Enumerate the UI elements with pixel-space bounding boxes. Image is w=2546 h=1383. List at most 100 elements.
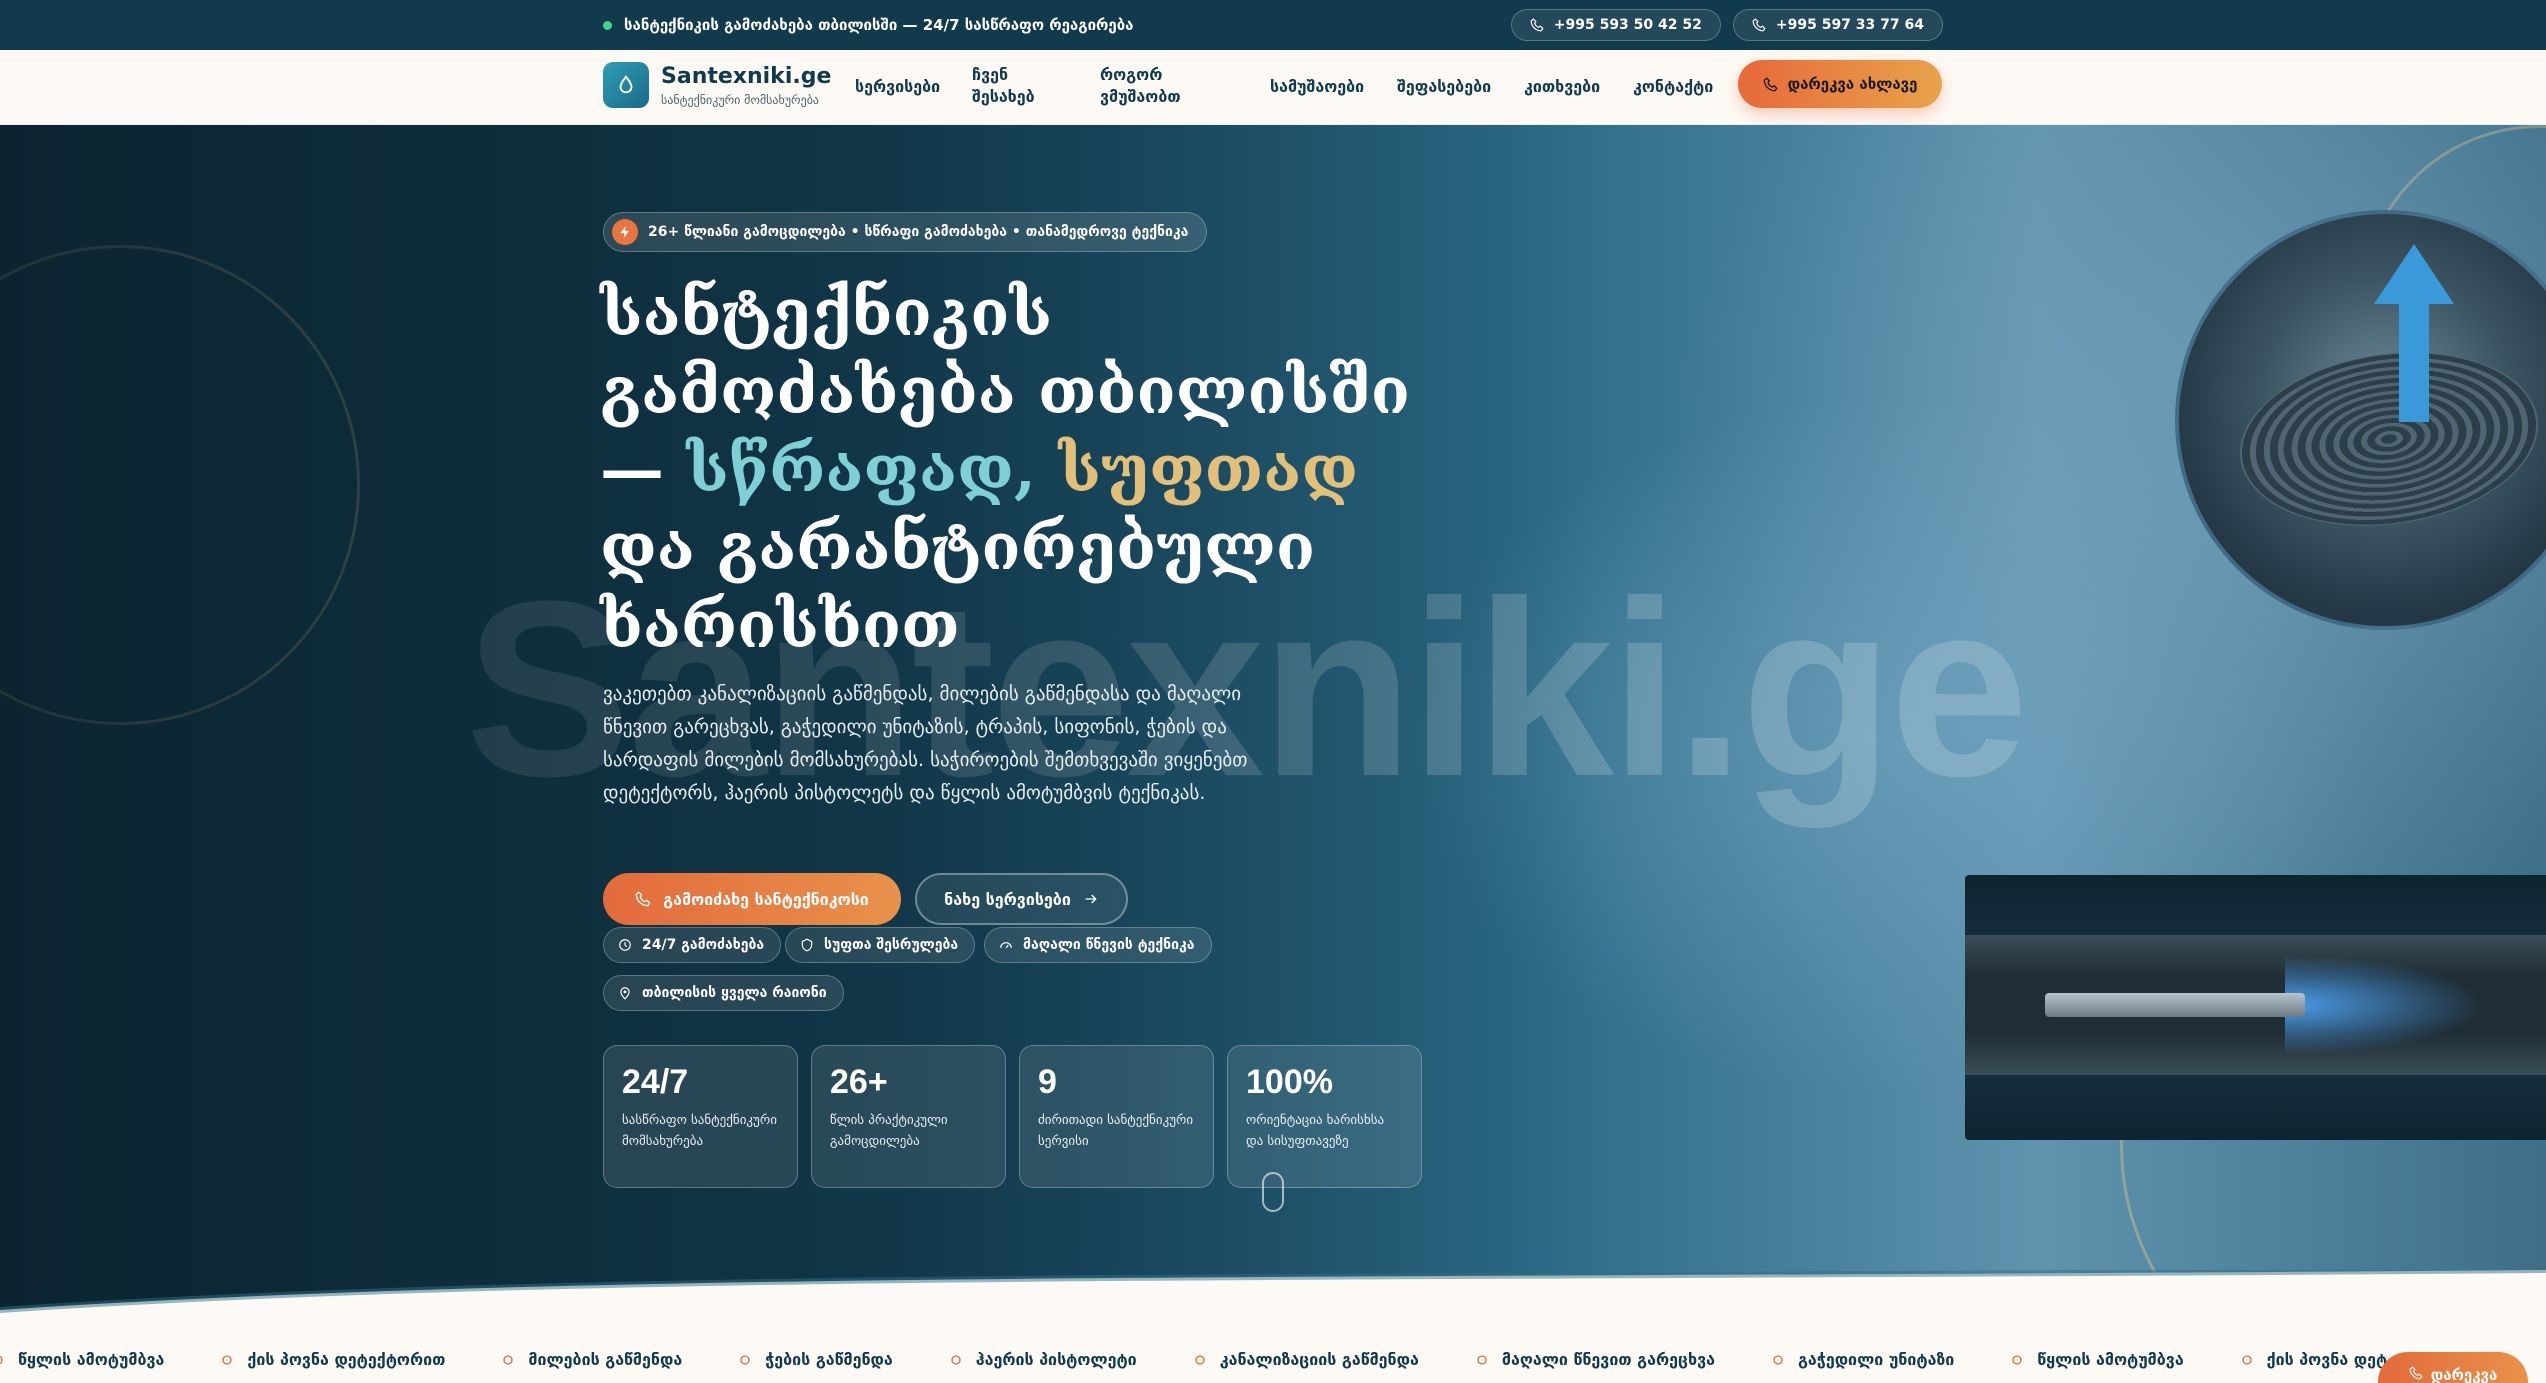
stat-label: სასწრაფო სანტექნიკური მომსახურება — [622, 1113, 777, 1149]
sewer-icon — [1195, 1354, 1205, 1365]
water-drop-icon — [603, 62, 649, 108]
stat-label: წლის პრაქტიკული გამოცდილება — [830, 1113, 948, 1149]
nav-contact[interactable]: კონტაქტი — [1633, 76, 1713, 98]
pipe-icon — [503, 1354, 514, 1365]
marquee-label: ჰაერის პისტოლეტი — [975, 1350, 1137, 1369]
marquee-item: ქის პოვნა დეტექტორით — [219, 1350, 445, 1369]
notice-text: სანტექნიკის გამოძახება თბილისში — 24/7 ს… — [624, 16, 1134, 34]
phone-icon — [1752, 18, 1766, 32]
lightning-icon — [612, 219, 638, 245]
stat-value: 26+ — [830, 1063, 888, 1101]
stat-value: 100% — [1246, 1063, 1333, 1101]
chip-label: 24/7 გამოძახება — [642, 937, 765, 953]
hero-wave-divider — [0, 1270, 2546, 1340]
phone-icon — [635, 891, 651, 907]
floating-call-button[interactable]: დარეკვა — [2378, 1352, 2528, 1383]
call-now-label: დარეკვა ახლავე — [1787, 75, 1918, 93]
stat-card: 26+ წლის პრაქტიკული გამოცდილება — [811, 1045, 1006, 1188]
phone-icon — [1530, 18, 1544, 32]
brand-logo-link[interactable]: Santexniki.ge სანტექნიკური მომსახურება — [603, 62, 831, 108]
location-pin-icon — [620, 987, 630, 1000]
clock-icon — [619, 939, 631, 951]
marquee-item: მაღალი წნევით გარეცხვა — [1474, 1350, 1715, 1369]
chip-label: მაღალი წნევის ტექნიკა — [1023, 937, 1195, 953]
phone-icon — [1763, 76, 1778, 91]
brand-tagline: სანტექნიკური მომსახურება — [661, 92, 820, 107]
feature-chip: მაღალი წნევის ტექნიკა — [984, 927, 1212, 963]
stat-card: 9 ძირითადი სანტექნიკური სერვისი — [1019, 1045, 1214, 1188]
phone-number: +995 593 50 42 52 — [1553, 17, 1702, 33]
scroll-indicator[interactable] — [1262, 1172, 1284, 1212]
chip-label: თბილისის ყველა რაიონი — [642, 985, 827, 1001]
marquee-item: მილების გაწმენდა — [500, 1350, 682, 1369]
badge-text: 26+ წლიანი გამოცდილება • სწრაფი გამოძახე… — [648, 224, 1189, 240]
stat-label: ძირითადი სანტექნიკური სერვისი — [1038, 1113, 1194, 1149]
view-services-label: ნახე სერვისები — [944, 889, 1071, 909]
availability-notice: სანტექნიკის გამოძახება თბილისში — 24/7 ს… — [603, 16, 1133, 34]
site-header: Santexniki.ge სანტექნიკური მომსახურება ს… — [0, 50, 2546, 125]
marquee-label: გაჭედილი უნიტაზი — [1797, 1350, 1955, 1369]
shield-icon — [801, 938, 813, 952]
brand-name: Santexniki.ge — [661, 63, 832, 89]
toilet-icon — [1773, 1354, 1783, 1365]
stat-card: 24/7 სასწრაფო სანტექნიკური მომსახურება — [603, 1045, 798, 1188]
title-text: და გარანტირებული ხარისხით — [600, 510, 1316, 663]
view-services-button[interactable]: ნახე სერვისები — [915, 873, 1128, 925]
top-info-bar: სანტექნიკის გამოძახება თბილისში — 24/7 ს… — [0, 0, 2546, 50]
marquee-item: ჭების გაწმენდა — [737, 1350, 893, 1369]
title-highlight-fast: სწრაფად, — [686, 432, 1037, 507]
title-highlight-clean: სუფთად — [1058, 432, 1358, 507]
marquee-item: წყლის ამოტუმბვა — [0, 1350, 164, 1369]
marquee-item: წყლის ამოტუმბვა — [2009, 1350, 2184, 1369]
pump-icon — [0, 1355, 3, 1364]
marquee-label: ჭების გაწმენდა — [765, 1350, 893, 1369]
pump-icon — [2012, 1354, 2022, 1365]
experience-badge: 26+ წლიანი გამოცდილება • სწრაფი გამოძახე… — [603, 212, 1208, 252]
call-plumber-label: გამოიძახე სანტექნიკოსი — [663, 889, 869, 909]
marquee-item: გაჭედილი უნიტაზი — [1770, 1350, 1954, 1369]
stat-label: ორიენტაცია ხარისხსა და სისუფთავეზე — [1246, 1113, 1385, 1149]
stat-value: 24/7 — [622, 1063, 689, 1101]
air-gun-icon — [951, 1354, 961, 1365]
nav-services[interactable]: სერვისები — [855, 76, 940, 98]
phone-number: +995 597 33 77 64 — [1775, 17, 1924, 33]
stat-value: 9 — [1038, 1063, 1057, 1101]
phone-icon — [2409, 1366, 2423, 1380]
phone-link-2[interactable]: +995 597 33 77 64 — [1732, 9, 1943, 41]
marquee-item: ქის პოვნა დეტ — [2239, 1350, 2388, 1369]
marquee-label: ქის პოვნა დეტექტორით — [247, 1350, 446, 1369]
gauge-icon — [1000, 942, 1012, 949]
marquee-label: წყლის ამოტუმბვა — [2037, 1350, 2184, 1369]
nav-about[interactable]: ჩვენ შესახებ — [972, 64, 1052, 108]
feature-chip: თბილისის ყველა რაიონი — [603, 975, 844, 1011]
floating-call-label: დარეკვა — [2430, 1366, 2498, 1383]
nav-faq[interactable]: კითხვები — [1524, 76, 1600, 98]
feature-chip: სუფთა შესრულება — [785, 927, 976, 963]
marquee-label: კანალიზაციის გაწმენდა — [1219, 1350, 1419, 1369]
pin-icon — [2242, 1354, 2252, 1365]
marquee-label: მილების გაწმენდა — [528, 1350, 683, 1369]
call-now-button[interactable]: დარეკვა ახლავე — [1738, 60, 1942, 108]
hero-title: სანტექნიკის გამოძახება თბილისში — სწრაფა… — [600, 275, 1460, 665]
services-marquee: წყლის ამოტუმბვა ქის პოვნა დეტექტორით მილებ… — [0, 1340, 2546, 1383]
stat-card: 100% ორიენტაცია ხარისხსა და სისუფთავეზე — [1227, 1045, 1422, 1188]
pipe-cleaning-illustration — [1965, 875, 2546, 1140]
hero-description: ვაკეთებთ კანალიზაციის გაწმენდას, მილების… — [603, 683, 1248, 804]
well-icon — [740, 1354, 750, 1365]
nav-reviews[interactable]: შეფასებები — [1397, 76, 1491, 98]
marquee-item: ჰაერის პისტოლეტი — [948, 1350, 1137, 1369]
phone-link-1[interactable]: +995 593 50 42 52 — [1510, 9, 1721, 41]
nav-how-we-work[interactable]: როგორ ვმუშაობთ — [1100, 64, 1210, 108]
marquee-label: წყლის ამოტუმბვა — [18, 1350, 165, 1369]
pin-icon — [222, 1354, 233, 1365]
chip-label: სუფთა შესრულება — [824, 937, 959, 953]
pressure-icon — [1477, 1354, 1487, 1365]
call-plumber-button[interactable]: გამოიძახე სანტექნიკოსი — [603, 873, 901, 925]
marquee-label: ქის პოვნა დეტ — [2266, 1350, 2388, 1369]
manhole-illustration — [2175, 210, 2546, 630]
feature-chip: 24/7 გამოძახება — [603, 927, 782, 963]
nav-works[interactable]: სამუშაოები — [1270, 76, 1364, 98]
status-dot-icon — [603, 20, 612, 30]
marquee-label: მაღალი წნევით გარეცხვა — [1501, 1350, 1715, 1369]
arrow-right-icon — [1085, 894, 1097, 904]
